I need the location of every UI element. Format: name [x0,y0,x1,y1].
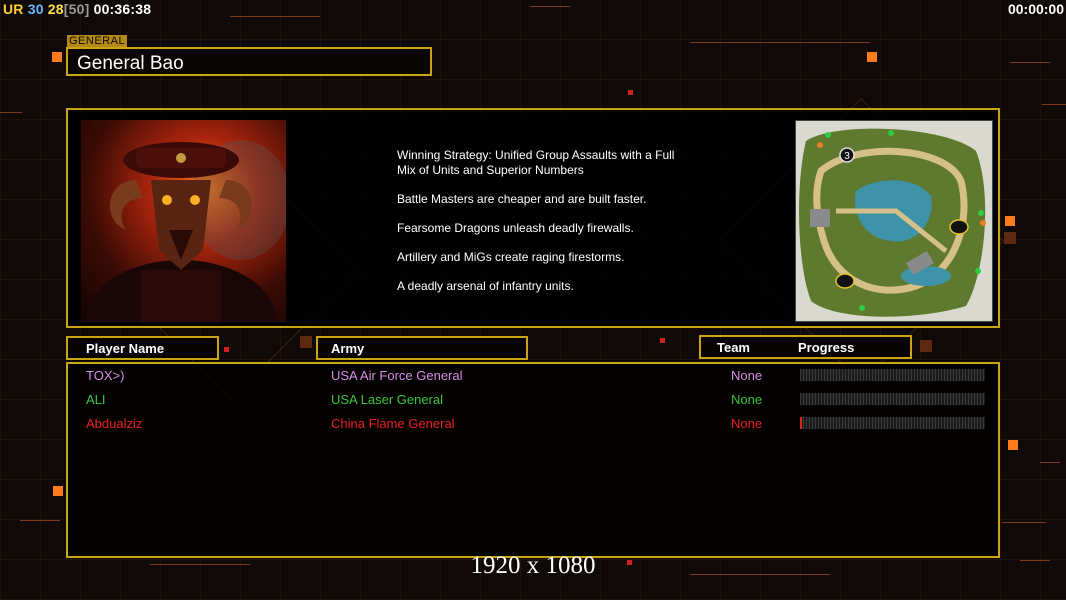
players-panel: TOX>) USA Air Force General None ALI USA… [66,362,1000,558]
hud-stat-2: 28 [47,1,64,17]
decor-line [20,520,60,521]
section-label: GENERAL [67,35,128,47]
decor-square [628,90,633,95]
header-army-label: Army [331,341,365,356]
header-player-name: Player Name [66,336,219,360]
header-army: Army [316,336,528,360]
player-name: TOX>) [86,368,125,383]
hud-stats: UR 30 28[50] 00:36:38 [3,1,151,17]
decor-square [53,486,63,496]
decor-square [300,336,312,348]
decor-square [920,340,932,352]
strategy-line: Battle Masters are cheaper and are built… [397,192,647,206]
player-row: ALI USA Laser General None [68,390,998,410]
general-name-title: General Bao [66,47,432,76]
map-preview: 3 [795,120,993,322]
header-team-progress: Team Progress [699,335,912,359]
progress-fill [800,417,802,429]
map-preview-art: 3 [796,121,992,321]
decor-square [52,52,62,62]
header-team-label: Team [717,340,750,355]
decor-square [1004,232,1016,244]
decor-line [0,112,22,113]
general-portrait-image [81,120,286,322]
strategy-line: Fearsome Dragons unleash deadly firewall… [397,221,634,235]
decor-line [1010,62,1050,63]
general-info-panel: Winning Strategy: Unified Group Assaults… [66,108,1000,328]
decor-line [1040,462,1060,463]
player-army: USA Air Force General [331,368,463,383]
decor-square [1008,440,1018,450]
header-progress-label: Progress [798,340,855,355]
hud-timer: 00:00:00 [1007,1,1064,17]
player-name: ALI [86,392,106,407]
player-name: Abdualziz [86,416,143,431]
decor-square [224,347,229,352]
strategy-description: Winning Strategy: Unified Group Assaults… [397,148,707,308]
player-team: None [731,368,763,383]
decor-line [1042,104,1066,105]
progress-bar [800,417,985,429]
strategy-line: A deadly arsenal of infantry units. [397,279,574,293]
decor-line [230,16,320,17]
player-army: USA Laser General [331,392,444,407]
progress-bar [800,393,985,405]
progress-bar [800,369,985,381]
player-army: China Flame General [331,416,455,431]
strategy-line: Artillery and MiGs create raging firesto… [397,250,625,264]
player-team: None [731,416,763,431]
player-team: None [731,392,763,407]
decor-line [1002,522,1046,523]
hud-elapsed-time: 00:36:38 [93,1,152,17]
header-player-name-label: Player Name [86,341,165,356]
decor-line [690,42,870,43]
general-portrait-art [86,140,286,322]
player-row: TOX>) USA Air Force General None [68,366,998,386]
decor-square [660,338,665,343]
hud-stat-1: 30 [27,1,44,17]
strategy-line: Winning Strategy: Unified Group Assaults… [397,148,675,177]
hud-ur: UR [3,1,24,17]
map-marker-label: 3 [844,151,850,162]
decor-line [530,6,570,7]
hud-stat-3: [50] [63,1,90,17]
resolution-label: 1920 x 1080 [470,552,596,579]
player-row: Abdualziz China Flame General None [68,414,998,434]
decor-square [1005,216,1015,226]
decor-square [867,52,877,62]
